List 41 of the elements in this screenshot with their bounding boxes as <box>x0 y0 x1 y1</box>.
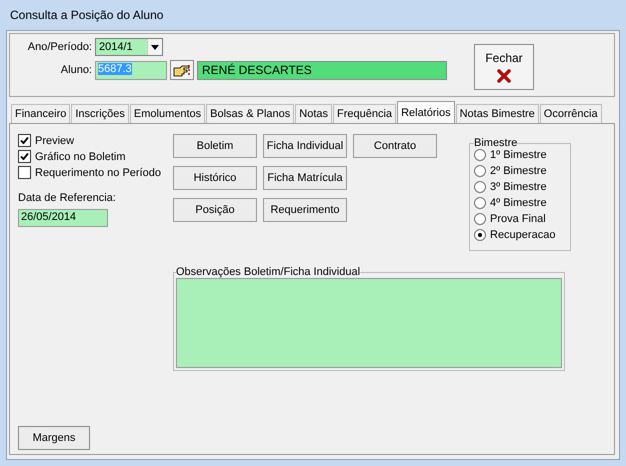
radio-button[interactable]: Recuperacao <box>474 229 566 241</box>
close-icon <box>497 69 511 83</box>
report-button[interactable]: Contrato <box>353 134 437 158</box>
tab[interactable]: Ocorrência <box>540 104 602 123</box>
report-button[interactable]: Posição <box>173 198 257 222</box>
student-name-field[interactable]: RENÉ DESCARTES <box>197 60 447 80</box>
period-dropdown[interactable]: 2014/1 <box>95 38 163 56</box>
report-button[interactable]: Ficha Individual <box>263 134 347 158</box>
radio-button[interactable]: Prova Final <box>474 213 566 225</box>
radio-button[interactable]: 4º Bimestre <box>474 197 566 209</box>
report-button[interactable]: Histórico <box>173 166 257 190</box>
checkbox[interactable]: Gráfico no Boletim <box>18 150 173 163</box>
field-label: Ano/Período: <box>26 41 92 53</box>
tab[interactable]: Financeiro <box>11 104 70 123</box>
tab[interactable]: Notas <box>295 104 332 123</box>
date-field[interactable]: 26/05/2014 <box>18 209 108 227</box>
radio-button[interactable]: 2º Bimestre <box>474 165 566 177</box>
observations-field[interactable] <box>176 278 562 368</box>
dropdown-arrow-icon <box>151 44 159 50</box>
radio-button[interactable]: 3º Bimestre <box>474 181 566 193</box>
tab[interactable]: Inscrições <box>71 104 129 123</box>
checkbox[interactable]: Preview <box>18 134 173 147</box>
tab[interactable]: Frequência <box>333 104 396 123</box>
report-button[interactable]: Boletim <box>173 134 257 158</box>
report-button[interactable]: Ficha Matrícula <box>263 166 347 190</box>
pointing-hand-icon <box>173 64 191 76</box>
tab[interactable]: Bolsas & Planos <box>206 104 294 123</box>
close-button[interactable]: Fechar <box>474 44 534 90</box>
tab[interactable]: Relatórios <box>397 101 455 123</box>
report-button[interactable]: Requerimento <box>263 198 347 222</box>
group-title: Bimestre <box>474 137 518 149</box>
window-title: Consulta a Posição do Aluno <box>10 8 164 22</box>
field-label: Data de Referencia: <box>18 192 117 204</box>
group-title: Observações Boletim/Ficha Individual <box>176 266 360 278</box>
lookup-button[interactable] <box>170 60 194 80</box>
tab[interactable]: Emolumentos <box>130 104 206 123</box>
field-label: Aluno: <box>60 64 92 76</box>
tab[interactable]: Notas Bimestre <box>456 104 539 123</box>
radio-button[interactable]: 1º Bimestre <box>474 149 566 161</box>
margins-button[interactable]: Margens <box>18 426 90 450</box>
checkbox[interactable]: Requerimento no Período <box>18 166 173 179</box>
